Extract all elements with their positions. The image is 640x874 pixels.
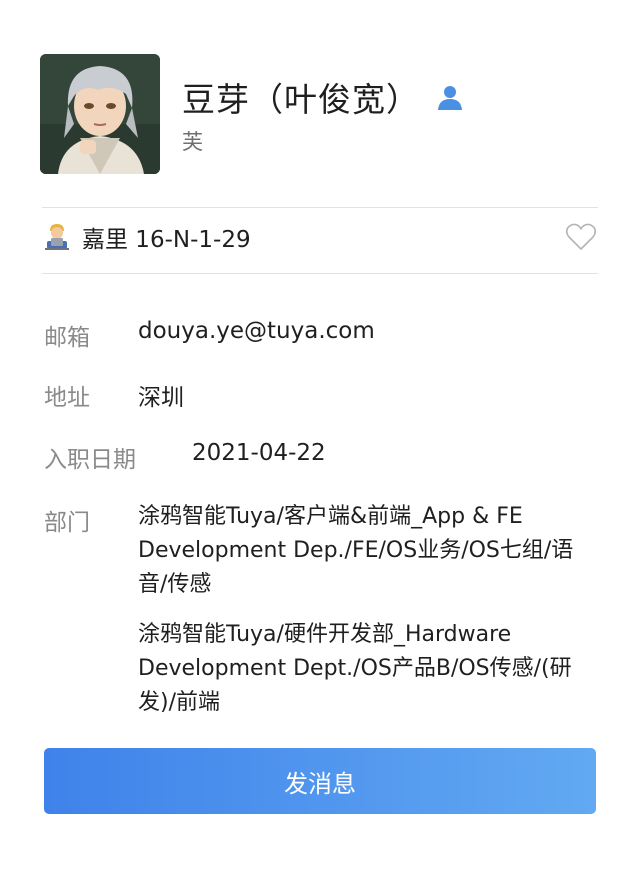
user-subname: 芙	[182, 130, 203, 154]
heart-outline-icon[interactable]	[564, 220, 598, 254]
avatar-image	[40, 54, 160, 174]
divider-top	[42, 207, 598, 208]
divider-bottom	[42, 273, 598, 274]
department-label: 部门	[44, 510, 90, 536]
profile-card: 豆芽（叶俊宽） 芙 嘉里 16-N-1-29 邮箱 douya.ye@tuya.…	[0, 0, 640, 874]
send-message-button[interactable]: 发消息	[44, 748, 596, 814]
hire-date-value: 2021-04-22	[192, 440, 326, 466]
person-icon	[436, 83, 464, 111]
name-row: 豆芽（叶俊宽）	[182, 74, 464, 120]
user-name: 豆芽（叶俊宽）	[182, 80, 420, 119]
address-value: 深圳	[138, 385, 184, 411]
email-value[interactable]: douya.ye@tuya.com	[138, 318, 375, 344]
technologist-emoji-icon	[42, 222, 72, 252]
location-row: 嘉里 16-N-1-29	[42, 216, 598, 258]
department-path-2: 涂鸦智能Tuya/硬件开发部_Hardware Development Dept…	[138, 622, 572, 715]
email-label: 邮箱	[44, 325, 90, 351]
department-path-1: 涂鸦智能Tuya/客户端&前端_App & FE Development Dep…	[138, 504, 574, 597]
avatar[interactable]	[40, 54, 160, 174]
location-text: 嘉里 16-N-1-29	[82, 227, 251, 253]
address-label: 地址	[44, 385, 90, 411]
hire-date-label: 入职日期	[44, 447, 136, 473]
